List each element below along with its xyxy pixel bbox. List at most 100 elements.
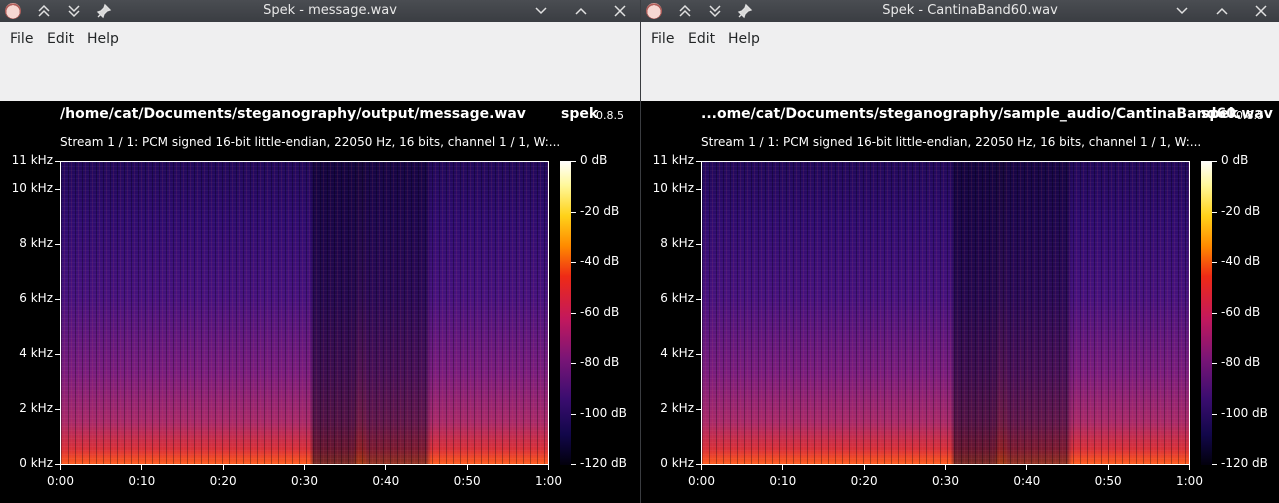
freq-tick-mark: [55, 188, 60, 190]
window-title: Spek - message.wav: [263, 3, 397, 18]
db-tick-label: -20 dB: [1221, 203, 1261, 218]
db-colorbar: [1201, 161, 1212, 465]
freq-tick-label: 6 kHz: [19, 290, 53, 305]
title-bar[interactable]: Spek - CantinaBand60.wav: [641, 0, 1279, 22]
freq-tick-label: 10 kHz: [652, 180, 694, 195]
chevron-double-down-icon: [709, 5, 721, 18]
menu-file[interactable]: File: [10, 31, 33, 47]
chevron-down-icon: [535, 7, 547, 15]
chevron-double-down-icon: [68, 5, 80, 18]
freq-tick-label: 4 kHz: [19, 345, 53, 360]
freq-tick-mark: [696, 188, 701, 190]
time-tick-label: 0:50: [453, 474, 481, 488]
freq-tick-mark: [55, 353, 60, 355]
time-tick-label: 0:40: [372, 474, 400, 488]
file-path: ...ome/cat/Documents/steganography/sampl…: [701, 106, 1273, 122]
spek-window-message: Spek - message.wav File Edit Help /home/…: [0, 0, 640, 503]
pin-icon: [96, 3, 112, 19]
keep-above-button[interactable]: [677, 3, 693, 19]
db-tick-label: -40 dB: [1221, 254, 1261, 268]
freq-tick-label: 2 kHz: [19, 400, 53, 415]
app-name: spek: [561, 106, 599, 122]
freq-tick-mark: [696, 353, 701, 355]
freq-tick-label: 10 kHz: [11, 180, 53, 195]
stream-info: Stream 1 / 1: PCM signed 16-bit little-e…: [60, 135, 561, 149]
freq-tick-mark: [55, 298, 60, 300]
spectrogram-plot: [701, 161, 1190, 465]
freq-tick-mark: [55, 243, 60, 245]
close-button[interactable]: [1253, 3, 1269, 19]
time-tick-label: 0:30: [932, 474, 959, 488]
time-tick-mark: [1189, 465, 1190, 470]
spectrogram-view[interactable]: /home/cat/Documents/steganography/output…: [0, 101, 640, 503]
title-bar[interactable]: Spek - message.wav: [0, 0, 640, 22]
time-tick-mark: [701, 465, 702, 470]
keep-below-button[interactable]: [66, 3, 82, 19]
db-tick-label: 0 dB: [580, 153, 608, 167]
db-tick-label: -80 dB: [580, 355, 620, 369]
spectrogram-view[interactable]: ...ome/cat/Documents/steganography/sampl…: [641, 101, 1279, 503]
db-tick-mark: [1212, 413, 1217, 415]
freq-tick-label: 0 kHz: [19, 456, 53, 470]
db-tick-label: -20 dB: [580, 203, 620, 218]
keep-below-button[interactable]: [707, 3, 723, 19]
time-tick-label: 0:10: [128, 474, 156, 488]
chevron-up-icon: [575, 7, 587, 15]
pin-icon: [737, 3, 753, 19]
maximize-button[interactable]: [573, 3, 589, 19]
db-tick-mark: [1212, 312, 1217, 314]
time-tick-label: 0:50: [1094, 474, 1122, 488]
app-name: spek: [1201, 106, 1239, 122]
menu-bar: File Edit Help: [0, 22, 640, 101]
menu-edit[interactable]: Edit: [688, 31, 715, 47]
freq-tick-label: 6 kHz: [660, 290, 694, 305]
pin-button[interactable]: [737, 3, 753, 19]
freq-tick-label: 8 kHz: [660, 235, 694, 250]
maximize-button[interactable]: [1214, 3, 1230, 19]
app-version: 0.8.5: [1236, 109, 1264, 122]
db-tick-mark: [1212, 161, 1217, 162]
time-tick-label: 1:00: [1176, 474, 1203, 488]
time-tick-mark: [1026, 465, 1028, 470]
freq-tick-mark: [696, 161, 701, 162]
db-colorbar: [560, 161, 571, 465]
db-tick-mark: [571, 363, 576, 364]
menu-edit[interactable]: Edit: [47, 31, 74, 47]
spectrogram-plot: [60, 161, 549, 465]
pin-button[interactable]: [96, 3, 112, 19]
time-tick-label: 0:30: [291, 474, 318, 488]
stream-info: Stream 1 / 1: PCM signed 16-bit little-e…: [701, 135, 1202, 149]
time-tick-mark: [1107, 465, 1109, 470]
db-tick-label: -120 dB: [580, 456, 627, 470]
time-tick-mark: [466, 465, 468, 470]
time-tick-mark: [60, 465, 61, 470]
menu-file[interactable]: File: [651, 31, 674, 47]
time-tick-label: 0:20: [209, 474, 237, 488]
menu-help[interactable]: Help: [728, 31, 760, 47]
chevron-double-up-icon: [38, 4, 50, 17]
minimize-button[interactable]: [533, 3, 549, 19]
db-tick-mark: [1212, 363, 1217, 364]
minimize-button[interactable]: [1174, 3, 1190, 19]
spek-app-icon[interactable]: [646, 3, 662, 19]
db-tick-mark: [1212, 262, 1217, 263]
menu-help[interactable]: Help: [87, 31, 119, 47]
spek-app-icon[interactable]: [5, 3, 21, 19]
db-tick-mark: [571, 413, 576, 415]
close-icon: [1255, 5, 1267, 17]
time-tick-label: 0:00: [47, 474, 74, 488]
time-tick-label: 0:40: [1013, 474, 1041, 488]
db-tick-label: -100 dB: [1221, 405, 1268, 420]
chevron-up-icon: [1216, 7, 1228, 15]
time-tick-mark: [385, 465, 387, 470]
spek-window-cantinaband: Spek - CantinaBand60.wav File Edit Help …: [640, 0, 1279, 503]
close-button[interactable]: [612, 3, 628, 19]
chevron-down-icon: [1176, 7, 1188, 15]
time-tick-label: 0:00: [688, 474, 715, 488]
db-tick-mark: [1212, 211, 1217, 213]
time-tick-mark: [782, 465, 784, 470]
freq-tick-label: 4 kHz: [660, 345, 694, 360]
keep-above-button[interactable]: [36, 3, 52, 19]
close-icon: [614, 5, 626, 17]
time-tick-mark: [863, 465, 865, 470]
